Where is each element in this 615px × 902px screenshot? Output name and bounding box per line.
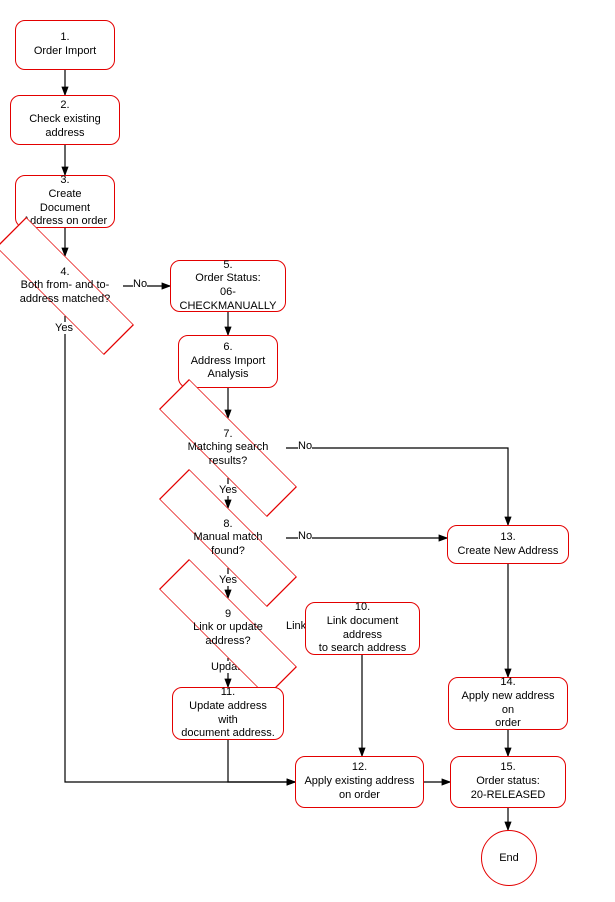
node-number: 3. [60,174,69,188]
node-number: 2. [60,99,69,113]
node-label: Link or update [193,621,263,634]
node-label: Matching search [188,441,269,454]
edge-label-yes-8: Yes [219,574,237,586]
node-8-manual-match: 8. Manual match found? [168,508,288,568]
node-label: Address Import [191,355,266,369]
node-label: Check existing address [17,113,113,141]
node-label: Apply new address on [455,690,561,718]
edge-label-no-7: No [298,440,312,452]
node-number: 7. [223,428,232,441]
node-label: Create New Address [458,545,559,559]
node-number: 6. [223,341,232,355]
edge-label-no-8: No [298,530,312,542]
node-label: on order [339,789,380,803]
node-number: 4. [60,266,69,279]
node-label: Update address with [179,700,277,728]
edge-label-yes-7: Yes [219,484,237,496]
node-label: address matched? [20,293,111,306]
node-2-check-address: 2. Check existing address [10,95,120,145]
node-number: 8. [223,518,232,531]
node-number: 13. [500,531,515,545]
node-14-apply-new-address: 14. Apply new address on order [448,677,568,730]
node-12-apply-existing: 12. Apply existing address on order [295,756,424,808]
node-label: address? [205,635,250,648]
node-label: Order status: [476,775,540,789]
node-number: 1. [60,31,69,45]
node-label: Manual match [193,531,262,544]
node-9-link-or-update: 9 Link or update address? [168,598,288,658]
edge-label-link: Link [286,620,306,632]
node-label: End [499,852,519,864]
node-end: End [481,830,537,886]
node-number: 14. [500,676,515,690]
node-label: document address. [181,727,275,741]
node-number: 15. [500,761,515,775]
node-5-order-status-check: 5. Order Status: 06-CHECKMANUALLY [170,260,286,312]
node-13-create-new-address: 13. Create New Address [447,525,569,564]
node-1-order-import: 1. Order Import [15,20,115,70]
node-label: Order Status: [195,272,260,286]
node-label: order [495,717,521,731]
node-6-address-import-analysis: 6. Address Import Analysis [178,335,278,388]
node-label: Apply existing address [304,775,414,789]
node-label: Link document address [312,615,413,643]
node-15-order-status-released: 15. Order status: 20-RELEASED [450,756,566,808]
node-number: 12. [352,761,367,775]
node-label: 06-CHECKMANUALLY [177,286,279,314]
node-10-link-doc-address: 10. Link document address to search addr… [305,602,420,655]
node-number: 9 [225,608,231,621]
node-label: 20-RELEASED [471,789,546,803]
node-number: 5. [223,259,232,273]
node-label: Both from- and to- [21,279,110,292]
node-4-both-matched: 4. Both from- and to- address matched? [5,256,125,316]
node-label: Create Document [22,188,108,216]
node-7-matching-results: 7. Matching search results? [168,418,288,478]
node-label: Analysis [208,368,249,382]
node-number: 10. [355,601,370,615]
flowchart-canvas: No Yes No Yes No Yes Link Update 1. Orde… [0,0,615,902]
node-number: 11. [221,686,235,700]
edge-label-yes-4: Yes [55,322,73,334]
node-label: to search address [319,642,406,656]
node-11-update-address: 11. Update address with document address… [172,687,284,740]
node-label: found? [211,545,245,558]
edge-label-no-4: No [133,278,147,290]
node-label: results? [209,455,248,468]
node-label: Order Import [34,45,96,59]
